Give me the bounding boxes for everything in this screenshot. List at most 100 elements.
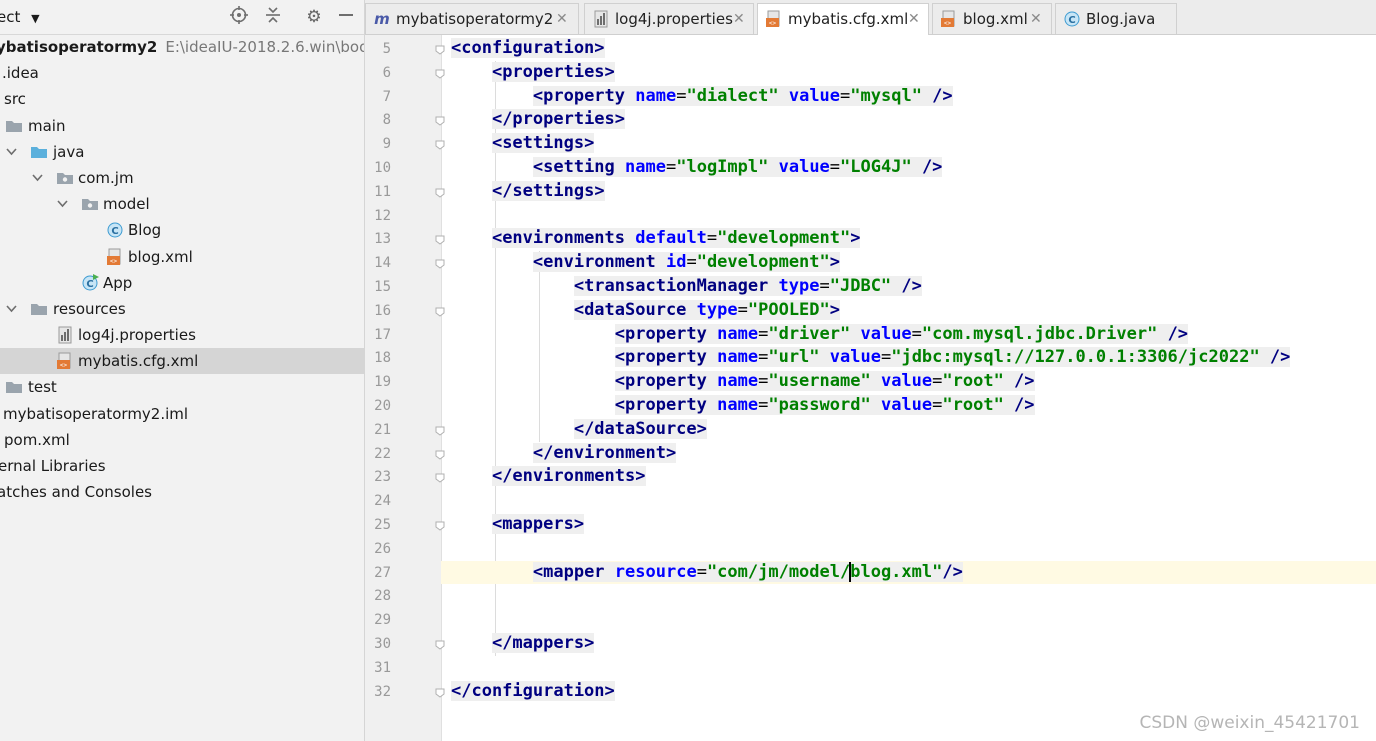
chevron-down-icon[interactable] bbox=[57, 198, 68, 209]
line-number: 25 bbox=[374, 517, 391, 533]
fold-marker-icon[interactable] bbox=[435, 69, 445, 79]
code-line[interactable]: <settings> bbox=[451, 132, 1376, 156]
code-line[interactable]: <environments default="development"> bbox=[451, 227, 1376, 251]
line-number: 28 bbox=[374, 588, 391, 605]
tree-item-test[interactable]: test bbox=[0, 374, 364, 400]
line-number: 29 bbox=[374, 612, 391, 629]
code-line[interactable] bbox=[451, 537, 1376, 561]
fold-marker-icon[interactable] bbox=[435, 450, 445, 460]
tree-item-label: ybatisoperatormy2 bbox=[0, 38, 158, 56]
tree-item-idea[interactable]: .idea bbox=[0, 60, 364, 86]
code-line[interactable]: <property name="dialect" value="mysql" /… bbox=[451, 85, 1376, 109]
chevron-down-icon[interactable] bbox=[32, 172, 43, 183]
fold-marker-icon[interactable] bbox=[435, 116, 445, 127]
tree-item-main[interactable]: main bbox=[0, 113, 364, 139]
code-line[interactable]: </environment> bbox=[451, 442, 1376, 466]
code-line[interactable]: <properties> bbox=[451, 61, 1376, 85]
fold-marker-icon[interactable] bbox=[435, 188, 445, 198]
line-number: 6 bbox=[382, 64, 391, 81]
tree-item-pom[interactable]: pom.xml bbox=[0, 427, 364, 453]
tab-blog-java[interactable]: C Blog.java bbox=[1055, 3, 1177, 34]
gear-icon[interactable]: ⚙ bbox=[303, 6, 325, 28]
class-icon: C bbox=[107, 222, 123, 238]
code-line[interactable]: <configuration> bbox=[451, 37, 1376, 61]
close-icon[interactable]: ✕ bbox=[556, 10, 568, 28]
line-number: 8 bbox=[382, 112, 391, 129]
close-icon[interactable]: ✕ bbox=[1030, 10, 1042, 28]
fold-marker-icon[interactable] bbox=[435, 640, 445, 650]
code-line[interactable]: </configuration> bbox=[451, 680, 1376, 704]
line-number: 27 bbox=[374, 564, 391, 581]
code-line[interactable]: <mapper resource="com/jm/model/blog.xml"… bbox=[441, 560, 1376, 585]
fold-marker-icon[interactable] bbox=[435, 259, 445, 269]
code-line[interactable]: <dataSource type="POOLED"> bbox=[451, 299, 1376, 323]
fold-marker-icon[interactable] bbox=[435, 521, 445, 531]
fold-marker-icon[interactable] bbox=[435, 140, 445, 150]
fold-marker-icon[interactable] bbox=[435, 473, 445, 484]
tab-log4j-properties[interactable]: log4j.properties ✕ bbox=[584, 3, 754, 34]
fold-marker-icon[interactable] bbox=[435, 45, 445, 55]
tree-item-java[interactable]: java bbox=[0, 139, 364, 165]
project-view-selector[interactable]: ect ▼ bbox=[0, 8, 40, 26]
collapse-all-icon[interactable] bbox=[262, 6, 284, 28]
xml-file-icon: <> bbox=[57, 352, 71, 370]
fold-marker-icon[interactable] bbox=[435, 235, 445, 246]
code-line[interactable]: </properties> bbox=[451, 108, 1376, 132]
code-line[interactable] bbox=[451, 656, 1376, 680]
code-line[interactable] bbox=[451, 608, 1376, 632]
code-line[interactable]: </settings> bbox=[451, 180, 1376, 204]
code-line[interactable]: </environments> bbox=[451, 465, 1376, 489]
tree-item-app-class[interactable]: C App bbox=[0, 270, 364, 296]
code-line[interactable]: <transactionManager type="JDBC" /> bbox=[451, 275, 1376, 299]
code-line[interactable]: <property name="password" value="root" /… bbox=[451, 394, 1376, 418]
chevron-down-icon[interactable] bbox=[6, 146, 17, 157]
tree-item-label: App bbox=[103, 273, 133, 292]
code-area[interactable]: <configuration> <properties> <property n… bbox=[441, 35, 1376, 741]
close-icon[interactable]: ✕ bbox=[733, 10, 745, 28]
code-line[interactable]: <mappers> bbox=[451, 513, 1376, 537]
fold-marker-icon[interactable] bbox=[435, 688, 445, 698]
chevron-down-icon: ▼ bbox=[31, 12, 40, 25]
tab-mybatisoperatormy2[interactable]: m mybatisoperatormy2 ✕ bbox=[365, 3, 579, 34]
chevron-down-icon[interactable] bbox=[6, 303, 17, 314]
code-line[interactable]: <property name="driver" value="com.mysql… bbox=[451, 323, 1376, 347]
tree-item-blog-xml[interactable]: <> blog.xml bbox=[0, 244, 364, 270]
svg-text:<>: <> bbox=[769, 20, 777, 27]
tab-blog-xml[interactable]: <> blog.xml ✕ bbox=[932, 3, 1052, 34]
fold-marker-icon[interactable] bbox=[435, 307, 445, 317]
xml-file-icon: <> bbox=[107, 248, 121, 265]
code-line[interactable] bbox=[451, 584, 1376, 608]
locate-target-icon[interactable] bbox=[228, 6, 250, 28]
tree-item-external-libraries[interactable]: ernal Libraries bbox=[0, 453, 364, 479]
tree-item-scratches[interactable]: atches and Consoles bbox=[0, 479, 364, 505]
tree-item-mybatis-cfg-xml[interactable]: <> mybatis.cfg.xml bbox=[0, 348, 364, 375]
tree-item-src[interactable]: src bbox=[0, 86, 364, 112]
code-line[interactable]: <property name="username" value="root" /… bbox=[451, 370, 1376, 394]
tree-item-module[interactable]: ybatisoperatormy2 E:\ideaIU-2018.2.6.win\… bbox=[0, 34, 364, 60]
tree-item-blog-class[interactable]: C Blog bbox=[0, 217, 364, 243]
tree-item-com-jm[interactable]: com.jm bbox=[0, 165, 364, 191]
properties-file-icon bbox=[58, 326, 72, 344]
code-editor[interactable]: 5 6 7 8 9 10 11 12 13 14 15 16 17 18 19 20 21 22 23 24 25 26 2… bbox=[365, 35, 1376, 741]
code-line[interactable] bbox=[451, 204, 1376, 228]
tree-item-iml[interactable]: mybatisoperatormy2.iml bbox=[0, 401, 364, 427]
tree-item-model[interactable]: model bbox=[0, 191, 364, 217]
tree-item-log4j-properties[interactable]: log4j.properties bbox=[0, 322, 364, 348]
tab-mybatis-cfg-xml[interactable]: <> mybatis.cfg.xml ✕ bbox=[757, 3, 929, 36]
code-line[interactable]: <property name="url" value="jdbc:mysql:/… bbox=[451, 346, 1376, 370]
line-number: 5 bbox=[382, 41, 391, 57]
project-panel-header: ect ▼ ⚙ bbox=[0, 0, 364, 35]
code-line[interactable] bbox=[451, 489, 1376, 513]
code-line[interactable]: <environment id="development"> bbox=[451, 251, 1376, 275]
tree-item-label: pom.xml bbox=[4, 430, 70, 449]
code-line[interactable]: </dataSource> bbox=[451, 418, 1376, 442]
tree-item-resources[interactable]: resources bbox=[0, 296, 364, 322]
code-line[interactable]: <setting name="logImpl" value="LOG4J" /> bbox=[451, 156, 1376, 180]
minimize-icon[interactable] bbox=[335, 6, 357, 28]
fold-marker-icon[interactable] bbox=[435, 426, 445, 436]
line-number: 10 bbox=[374, 160, 391, 176]
close-icon[interactable]: ✕ bbox=[908, 10, 920, 28]
xml-file-icon: <> bbox=[766, 10, 780, 27]
svg-text:m: m bbox=[374, 10, 390, 28]
code-line[interactable]: </mappers> bbox=[451, 632, 1376, 656]
